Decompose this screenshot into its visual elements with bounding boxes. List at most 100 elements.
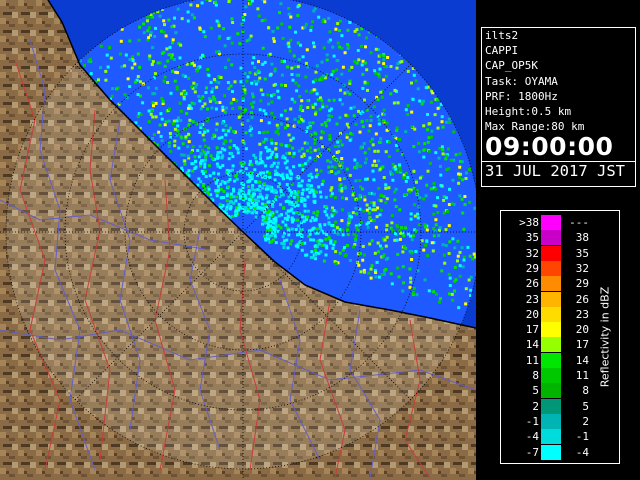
echo-pixel — [300, 192, 304, 195]
echo-pixel — [179, 119, 183, 122]
echo-pixel — [353, 239, 357, 243]
echo-pixel — [289, 15, 293, 19]
echo-pixel — [432, 234, 436, 238]
echo-pixel — [404, 171, 408, 175]
echo-pixel — [204, 155, 208, 159]
echo-pixel — [289, 209, 293, 213]
echo-pixel — [408, 190, 412, 194]
echo-pixel — [232, 130, 236, 133]
echo-pixel — [345, 133, 349, 137]
echo-pixel — [313, 7, 317, 11]
echo-pixel — [266, 93, 270, 97]
echo-pixel — [215, 181, 218, 185]
echo-pixel — [288, 49, 292, 53]
echo-pixel — [258, 108, 262, 112]
echo-pixel — [124, 53, 128, 57]
info-line: ilts2 — [485, 29, 519, 42]
echo-pixel — [314, 132, 318, 136]
echo-pixel — [186, 19, 190, 23]
echo-pixel — [111, 87, 115, 91]
echo-pixel — [197, 177, 201, 181]
echo-pixel — [394, 187, 398, 191]
echo-pixel — [369, 114, 373, 118]
echo-pixel — [377, 122, 381, 126]
echo-pixel — [409, 212, 413, 216]
echo-pixel — [460, 246, 464, 250]
echo-pixel — [325, 213, 329, 217]
echo-pixel — [297, 181, 301, 185]
echo-pixel — [281, 206, 285, 210]
echo-pixel — [352, 232, 356, 236]
echo-pixel — [451, 178, 455, 182]
echo-pixel — [464, 287, 468, 291]
echo-pixel — [417, 205, 421, 209]
echo-pixel — [313, 141, 317, 145]
echo-pixel — [289, 242, 293, 246]
echo-pixel — [424, 86, 428, 90]
echo-pixel — [297, 84, 301, 88]
echo-pixel — [256, 7, 260, 11]
echo-pixel — [430, 241, 434, 245]
reflectivity-legend: >38 --- 35 38 32 35 29 32 26 29 23 26 20 23 17 20 14 17 11… — [500, 210, 620, 464]
echo-pixel — [206, 107, 209, 111]
echo-pixel — [275, 153, 279, 157]
echo-pixel — [212, 171, 216, 175]
legend-low-value: >38 — [519, 216, 539, 229]
echo-pixel — [426, 140, 430, 144]
echo-pixel — [247, 185, 250, 189]
echo-pixel — [379, 90, 383, 94]
echo-pixel — [259, 171, 263, 175]
echo-pixel — [293, 65, 297, 69]
echo-pixel — [310, 25, 314, 29]
echo-pixel — [321, 102, 325, 106]
echo-pixel — [378, 167, 382, 171]
echo-pixel — [368, 217, 372, 220]
echo-pixel — [247, 189, 251, 193]
echo-pixel — [368, 242, 372, 246]
legend-high-value: 23 — [575, 307, 589, 321]
echo-pixel — [214, 100, 218, 104]
echo-pixel — [330, 170, 334, 173]
echo-pixel — [229, 101, 233, 105]
echo-pixel — [447, 147, 450, 151]
echo-pixel — [297, 58, 301, 61]
echo-pixel — [263, 0, 267, 4]
echo-pixel — [171, 41, 175, 45]
legend-high-value: 38 — [575, 231, 589, 245]
echo-pixel — [300, 242, 304, 246]
echo-pixel — [216, 156, 220, 160]
echo-pixel — [248, 179, 252, 183]
echo-pixel — [253, 80, 257, 83]
echo-pixel — [110, 94, 114, 98]
echo-pixel — [159, 134, 163, 138]
echo-pixel — [363, 270, 366, 274]
echo-pixel — [384, 268, 388, 271]
echo-pixel — [359, 252, 362, 255]
echo-pixel — [383, 113, 386, 116]
echo-pixel — [376, 149, 380, 153]
echo-pixel — [136, 75, 140, 78]
legend-high-value: 2 — [582, 414, 589, 428]
echo-pixel — [187, 104, 191, 108]
echo-pixel — [258, 180, 262, 184]
echo-pixel — [434, 292, 438, 296]
echo-pixel — [428, 122, 432, 126]
echo-pixel — [464, 177, 468, 180]
legend-high-value: 5 — [582, 399, 589, 413]
echo-pixel — [374, 225, 378, 229]
echo-pixel — [288, 177, 292, 181]
echo-pixel — [447, 292, 451, 296]
echo-pixel — [136, 93, 140, 96]
echo-pixel — [280, 73, 284, 77]
echo-pixel — [439, 173, 443, 177]
echo-pixel — [202, 172, 205, 175]
echo-pixel — [207, 187, 211, 191]
echo-pixel — [404, 226, 407, 230]
echo-pixel — [382, 58, 386, 62]
echo-pixel — [227, 157, 231, 161]
echo-pixel — [344, 197, 348, 201]
echo-pixel — [148, 54, 152, 58]
echo-pixel — [249, 2, 253, 5]
echo-pixel — [373, 149, 377, 153]
echo-pixel — [146, 86, 150, 90]
